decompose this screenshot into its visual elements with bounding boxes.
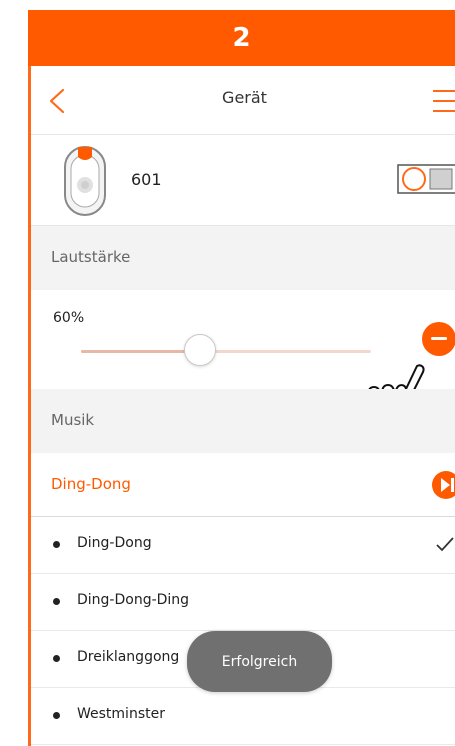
app-screen: Gerät 601 Lautstärke 60% Musik Ding-Dong… xyxy=(28,66,455,746)
selected-melody-label: Ding-Dong xyxy=(51,475,131,493)
menu-icon[interactable] xyxy=(431,88,455,114)
device-row[interactable]: 601 xyxy=(31,135,455,226)
bullet-icon xyxy=(53,541,60,548)
toast-message: Erfolgreich xyxy=(187,631,332,692)
list-item[interactable]: Ding-Dong-Ding xyxy=(31,574,455,631)
play-next-icon[interactable] xyxy=(431,470,455,500)
top-bar: Gerät xyxy=(31,66,455,135)
page-title: Gerät xyxy=(222,88,267,107)
melody-label: Westminster xyxy=(77,706,165,722)
bullet-icon xyxy=(53,598,60,605)
volume-section-label: Lautstärke xyxy=(51,248,131,266)
melody-label: Dreiklanggong xyxy=(77,649,180,665)
volume-decrease-button[interactable] xyxy=(422,322,455,356)
doorbell-device-icon xyxy=(64,146,106,216)
bullet-icon xyxy=(53,655,60,662)
bullet-icon xyxy=(53,712,60,719)
toast-text: Erfolgreich xyxy=(221,653,298,670)
step-banner: 2 xyxy=(28,10,455,66)
list-item[interactable]: Ding-Dong xyxy=(31,517,455,574)
checkmark-icon xyxy=(436,537,454,552)
selected-melody-row[interactable]: Ding-Dong xyxy=(31,453,455,517)
volume-value: 60% xyxy=(53,310,85,326)
step-number: 2 xyxy=(232,23,251,53)
device-name: 601 xyxy=(131,170,162,189)
music-section-label: Musik xyxy=(51,411,95,429)
melody-label: Ding-Dong xyxy=(77,535,152,551)
toggle-switch-icon[interactable] xyxy=(397,163,455,195)
melody-label: Ding-Dong-Ding xyxy=(77,592,190,608)
music-section-header: Musik xyxy=(31,389,455,453)
volume-section-header: Lautstärke xyxy=(31,226,455,290)
volume-slider-track[interactable] xyxy=(81,350,371,353)
volume-slider-thumb[interactable] xyxy=(184,334,216,366)
list-item[interactable]: Westminster xyxy=(31,688,455,745)
